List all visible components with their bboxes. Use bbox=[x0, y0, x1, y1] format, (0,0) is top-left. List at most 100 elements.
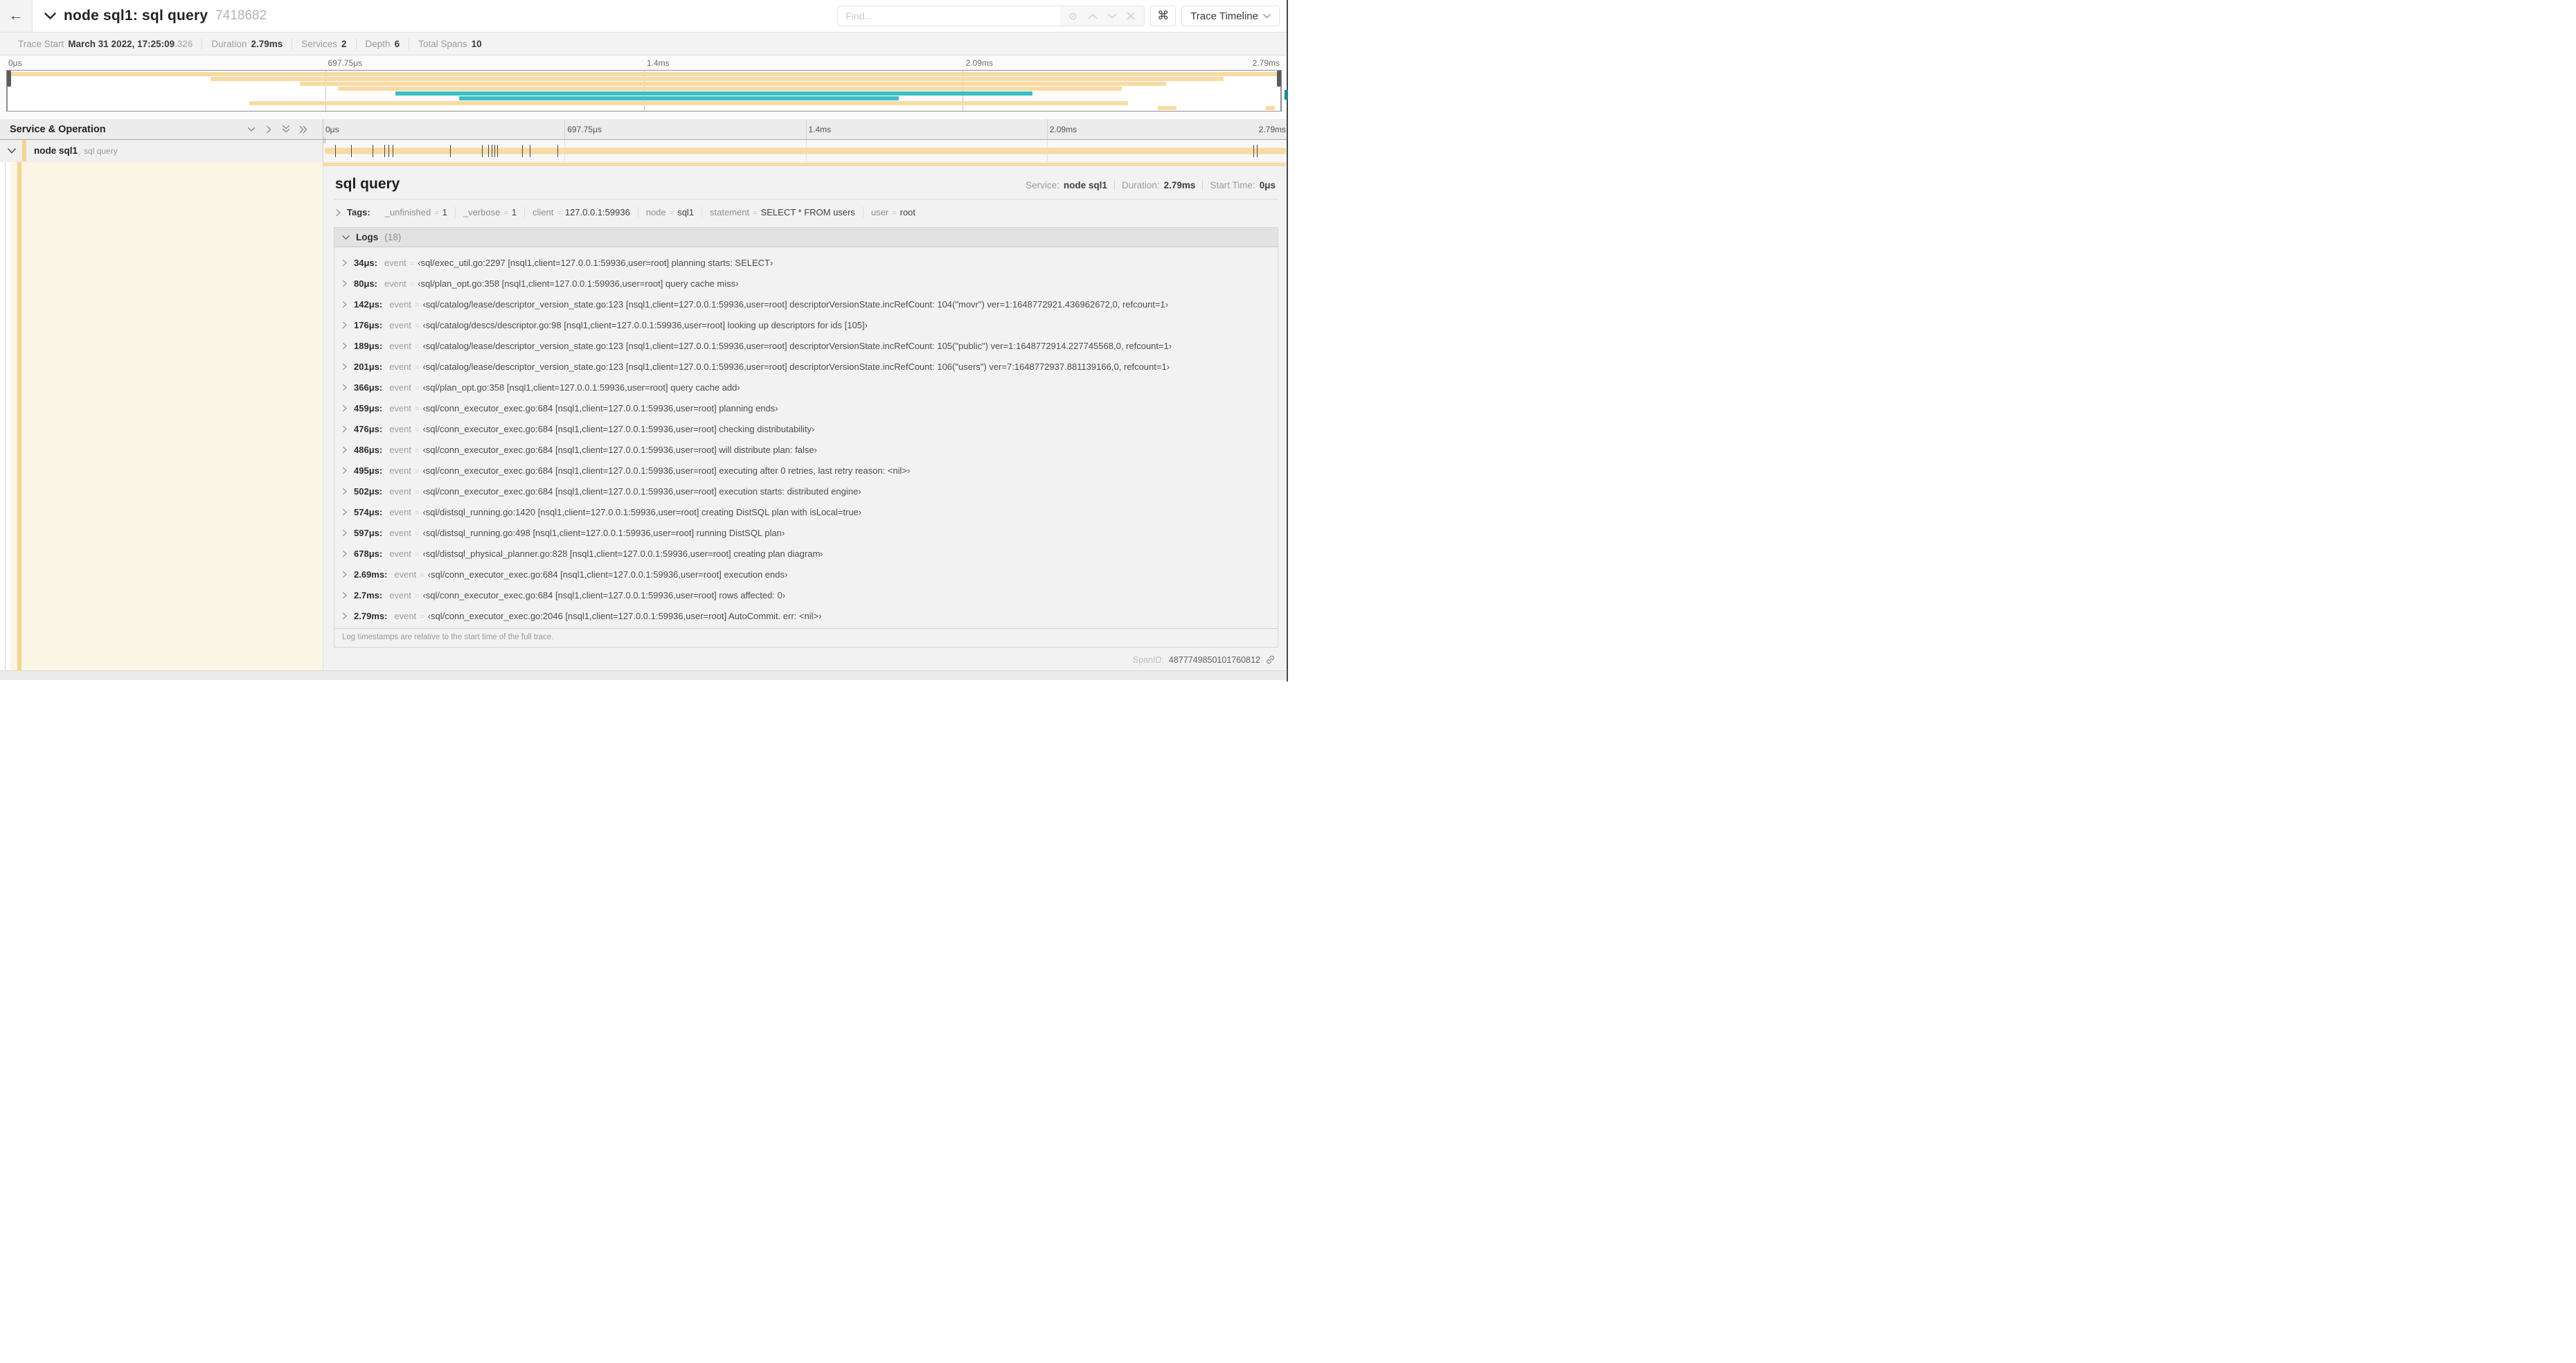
tag-equals: = bbox=[503, 209, 508, 217]
minimap-span-bar bbox=[249, 101, 1129, 105]
log-row[interactable]: 176μs: event = ‹sql/catalog/descs/descri… bbox=[334, 315, 1278, 336]
timeline-header-row: Service & Operation ‖ 0μs 697.75μs 1.4ms… bbox=[0, 119, 1288, 145]
locate-result-icon[interactable] bbox=[1067, 10, 1080, 22]
log-row[interactable]: 366μs: event = ‹sql/plan_opt.go:358 [nsq… bbox=[334, 377, 1278, 398]
span-detail-header: sql query Service: node sql1 Duration: 2… bbox=[334, 170, 1278, 199]
clear-search-icon[interactable] bbox=[1125, 10, 1137, 22]
summary-label: Total Spans bbox=[418, 38, 467, 49]
minimap-tick-label: 0μs bbox=[8, 58, 22, 68]
timeline-ruler: 0μs 697.75μs 1.4ms 2.09ms 2.79ms bbox=[323, 119, 1288, 139]
span-meta-item: Duration: 2.79ms bbox=[1113, 180, 1203, 190]
find-group bbox=[837, 6, 1145, 26]
collapse-one-level-button[interactable] bbox=[264, 125, 274, 134]
tag-key: client bbox=[533, 207, 554, 217]
log-row[interactable]: 597μs: event = ‹sql/distsql_running.go:4… bbox=[334, 523, 1278, 544]
minimap-tick-label: 2.09ms bbox=[965, 58, 993, 68]
span-row-name-column[interactable]: node sql1 sql query bbox=[0, 140, 323, 161]
span-row-timeline[interactable] bbox=[323, 140, 1288, 161]
summary-item: Trace Start March 31 2022, 17:25:09.326 bbox=[9, 39, 202, 49]
back-button[interactable]: ← bbox=[0, 0, 33, 32]
left-scrubber-handle[interactable] bbox=[7, 71, 11, 87]
summary-item: Duration 2.79ms bbox=[202, 38, 292, 49]
tag-equals: = bbox=[892, 209, 897, 217]
log-row[interactable]: 80μs: event = ‹sql/plan_opt.go:358 [nsql… bbox=[334, 274, 1278, 294]
chevron-right-icon bbox=[342, 280, 347, 287]
next-result-icon[interactable] bbox=[1106, 10, 1118, 22]
log-row[interactable]: 142μs: event = ‹sql/catalog/lease/descri… bbox=[334, 294, 1278, 315]
minimap-canvas[interactable] bbox=[6, 70, 1282, 112]
span-children-collapse-icon[interactable] bbox=[8, 148, 16, 154]
log-field-value: ‹sql/conn_executor_exec.go:684 [nsql1,cl… bbox=[422, 445, 817, 455]
log-row[interactable]: 2.69ms: event = ‹sql/conn_executor_exec.… bbox=[334, 564, 1278, 585]
meta-value: 2.79ms bbox=[1163, 180, 1196, 190]
logs-count: (18) bbox=[384, 232, 402, 242]
chevron-right-icon bbox=[267, 125, 271, 133]
log-timestamp: 459μs: bbox=[354, 403, 383, 413]
log-field-value: ‹sql/catalog/lease/descriptor_version_st… bbox=[422, 362, 1170, 372]
chevron-right-icon bbox=[342, 508, 347, 516]
log-row[interactable]: 189μs: event = ‹sql/catalog/lease/descri… bbox=[334, 336, 1278, 357]
log-marker-tick bbox=[350, 145, 352, 157]
tag-item: node = sql1 bbox=[637, 207, 701, 217]
tag-value: root bbox=[900, 207, 916, 217]
log-row[interactable]: 678μs: event = ‹sql/distsql_physical_pla… bbox=[334, 544, 1278, 564]
collapse-guide-line bbox=[5, 162, 6, 670]
summary-label: Depth bbox=[365, 38, 391, 49]
log-marker-tick bbox=[449, 145, 451, 157]
trace-view-selector-button[interactable]: Trace Timeline bbox=[1181, 6, 1280, 26]
log-row[interactable]: 459μs: event = ‹sql/conn_executor_exec.g… bbox=[334, 398, 1278, 419]
span-meta-item: Start Time: 0μs bbox=[1202, 180, 1277, 190]
log-field-equals: = bbox=[420, 571, 424, 580]
log-field-value: ‹sql/exec_util.go:2297 [nsql1,client=127… bbox=[418, 258, 773, 268]
log-timestamp: 189μs: bbox=[354, 341, 383, 351]
log-row[interactable]: 2.7ms: event = ‹sql/conn_executor_exec.g… bbox=[334, 585, 1278, 606]
log-timestamp: 2.69ms: bbox=[354, 569, 388, 580]
column-resizer-handle[interactable]: ‖ bbox=[323, 137, 327, 145]
chevron-right-icon bbox=[342, 488, 347, 495]
log-timestamp: 2.79ms: bbox=[354, 611, 388, 621]
collapse-all-button[interactable] bbox=[298, 125, 309, 134]
copy-span-link-button[interactable] bbox=[1265, 654, 1276, 665]
span-duration-bar[interactable] bbox=[325, 148, 1286, 154]
log-timestamp: 2.7ms: bbox=[354, 590, 383, 600]
prev-result-icon[interactable] bbox=[1086, 10, 1099, 22]
logs-accordion: Logs (18) 34μs: event = ‹sql/exec_util.g… bbox=[334, 227, 1278, 648]
expand-one-level-button[interactable] bbox=[247, 125, 256, 134]
log-row[interactable]: 574μs: event = ‹sql/distsql_running.go:1… bbox=[334, 502, 1278, 523]
log-marker-tick bbox=[334, 145, 336, 157]
find-input[interactable] bbox=[838, 6, 1061, 26]
log-field-value: ‹sql/catalog/lease/descriptor_version_st… bbox=[422, 341, 1172, 351]
log-timestamp: 34μs: bbox=[354, 258, 377, 268]
log-field-key: event bbox=[389, 299, 412, 310]
chevron-right-icon bbox=[342, 301, 347, 308]
log-field-key: event bbox=[389, 362, 412, 372]
log-row[interactable]: 495μs: event = ‹sql/conn_executor_exec.g… bbox=[334, 461, 1278, 481]
span-row[interactable]: node sql1 sql query bbox=[0, 140, 1288, 162]
log-row[interactable]: 201μs: event = ‹sql/catalog/lease/descri… bbox=[334, 357, 1278, 377]
tag-key: node bbox=[645, 207, 666, 217]
meta-label: Start Time: bbox=[1210, 180, 1255, 190]
tag-equals: = bbox=[557, 209, 562, 217]
minimap-ruler: 0μs 697.75μs 1.4ms 2.09ms 2.79ms bbox=[6, 56, 1282, 70]
log-row[interactable]: 502μs: event = ‹sql/conn_executor_exec.g… bbox=[334, 481, 1278, 502]
trace-collapse-chevron-icon[interactable] bbox=[44, 12, 56, 20]
logs-footnote: Log timestamps are relative to the start… bbox=[334, 628, 1278, 647]
minimap-tick-label: 697.75μs bbox=[328, 58, 363, 68]
log-row[interactable]: 2.79ms: event = ‹sql/conn_executor_exec.… bbox=[334, 606, 1278, 627]
tags-label: Tags: bbox=[347, 207, 370, 217]
log-row[interactable]: 476μs: event = ‹sql/conn_executor_exec.g… bbox=[334, 419, 1278, 440]
right-scrubber-handle[interactable] bbox=[1277, 71, 1281, 87]
span-tree-gutter bbox=[0, 162, 323, 670]
log-row[interactable]: 486μs: event = ‹sql/conn_executor_exec.g… bbox=[334, 440, 1278, 461]
log-field-value: ‹sql/distsql_running.go:498 [nsql1,clien… bbox=[422, 528, 785, 538]
tags-accordion[interactable]: Tags: _unfinished = 1 _verbose = 1 clien… bbox=[334, 199, 1278, 221]
log-row[interactable]: 34μs: event = ‹sql/exec_util.go:2297 [ns… bbox=[334, 253, 1278, 274]
keyboard-shortcuts-button[interactable]: ⌘ bbox=[1150, 6, 1177, 26]
log-field-key: event bbox=[389, 424, 412, 434]
expand-all-button[interactable] bbox=[281, 124, 291, 134]
meta-label: Service: bbox=[1026, 180, 1059, 190]
log-field-key: event bbox=[384, 278, 406, 289]
collapse-controls bbox=[247, 124, 319, 134]
log-field-equals: = bbox=[415, 530, 420, 538]
logs-header[interactable]: Logs (18) bbox=[334, 228, 1278, 247]
